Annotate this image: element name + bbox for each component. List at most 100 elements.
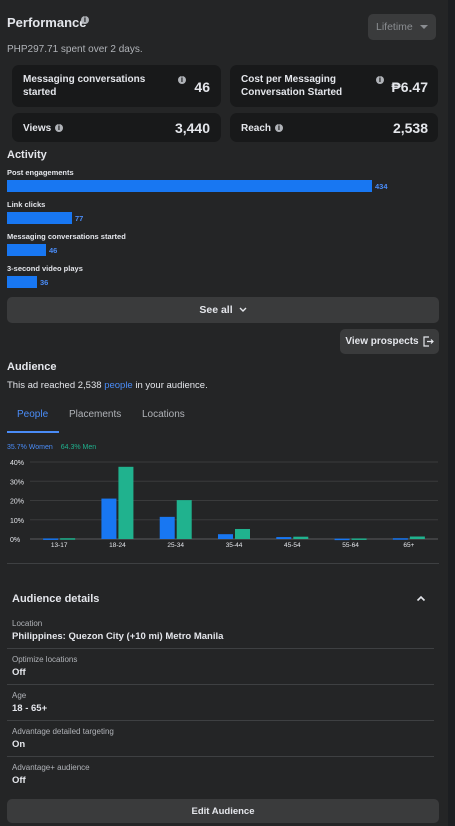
chevron-down-icon [239,307,247,312]
active-tab-indicator [7,431,59,433]
bar-men [235,528,250,539]
external-link-icon [422,336,434,347]
spend-summary: PHP297.71 spent over 2 days. [7,44,143,55]
divider [7,563,439,564]
metric-value: 2,538 [392,120,428,136]
divider [7,720,434,721]
activity-label: Link clicks [7,200,46,209]
bar-men [409,536,425,539]
edit-audience-button[interactable]: Edit Audience [7,799,439,823]
view-prospects-button[interactable]: View prospects [340,329,439,354]
tab-people[interactable]: People [17,409,48,420]
detail-value: Off [12,775,26,786]
x-tick-label: 13-17 [51,542,68,549]
performance-title: Performance [7,15,87,30]
bar-women [392,538,408,540]
x-tick-label: 45-54 [284,542,301,549]
metric-label: Messaging conversations started [23,74,146,98]
bar-men [351,538,367,540]
activity-value: 77 [75,214,84,223]
metric-card-cost-per-conversation: Cost per Messaging Conversation Started … [230,65,438,107]
people-link[interactable]: people [104,380,133,391]
detail-value: 18 - 65+ [12,703,48,714]
audience-reach-summary: This ad reached 2,538 people in your aud… [7,380,208,391]
divider [7,756,434,757]
divider [7,648,434,649]
legend-women: 35.7% Women [7,444,53,451]
reach-suffix: in your audience. [132,380,208,391]
x-tick-label: 35-44 [226,542,243,549]
divider [7,684,434,685]
reach-prefix: This ad reached 2,538 [7,380,105,391]
detail-label: Location [12,619,43,628]
bar-men [176,500,192,539]
metric-value: ₱6.47 [391,79,428,95]
metric-card-messaging: Messaging conversations started i 46 [12,65,221,107]
tab-locations[interactable]: Locations [142,409,185,420]
date-range-value: Lifetime [376,21,413,33]
bar-women [101,498,117,539]
metric-label: Cost per Messaging Conversation Started [241,74,343,98]
metric-value: 3,440 [174,120,210,136]
bar-women [334,538,350,541]
y-tick-label: 10% [10,518,24,525]
scrollbar[interactable] [448,0,455,826]
detail-label: Age [12,691,27,700]
detail-label: Advantage detailed targeting [12,727,114,736]
metric-value: 46 [194,79,210,95]
activity-label: 3-second video plays [7,264,83,273]
audience-details-title: Audience details [12,593,100,605]
see-all-label: See all [199,304,233,316]
activity-bar [7,180,372,192]
see-all-button[interactable]: See all [7,297,439,323]
x-tick-label: 65+ [403,542,414,549]
date-range-select[interactable]: Lifetime [368,14,436,40]
age-gender-chart: 40% 30% 20% 10% 0% 13-17 18-24 25-34 35-44 45-54 5… [10,460,438,549]
edit-audience-label: Edit Audience [191,805,255,817]
chevron-down-icon [420,25,428,29]
info-icon[interactable]: i [81,16,89,24]
bar-women [159,516,175,539]
detail-label: Optimize locations [12,655,78,664]
activity-title: Activity [7,149,47,161]
info-icon[interactable]: i [178,76,186,84]
chart-legend: 35.7% Women 64.3% Men [7,444,96,451]
activity-label: Messaging conversations started [7,232,126,241]
detail-value: Philippines: Quezon City (+10 mi) Metro … [12,631,224,642]
info-icon[interactable]: i [376,76,384,84]
x-tick-label: 55-64 [342,542,359,549]
bar-women [276,537,292,539]
detail-label: Advantage+ audience [12,763,90,772]
activity-bar [7,212,72,224]
chevron-up-icon[interactable] [416,595,426,602]
audience-title: Audience [7,361,57,373]
detail-value: On [12,739,26,750]
metric-label: Views [23,123,52,134]
bar-men [293,536,309,539]
x-tick-label: 25-34 [167,542,184,549]
tab-placements[interactable]: Placements [69,409,121,420]
activity-value: 46 [49,246,58,255]
y-tick-label: 0% [10,537,20,544]
legend-men: 64.3% Men [60,444,97,451]
bar-men [118,466,134,539]
view-prospects-label: View prospects [345,336,419,347]
bar-women [43,538,59,540]
info-icon[interactable]: i [55,124,63,132]
bar-men [60,538,76,540]
info-icon[interactable]: i [275,124,283,132]
activity-label: Post engagements [7,168,74,177]
activity-bar [7,276,37,288]
activity-bar [7,244,46,256]
bar-women [218,534,233,539]
activity-value: 36 [40,278,49,287]
metric-card-reach: Reach i 2,538 [230,113,438,142]
x-tick-label: 18-24 [109,542,126,549]
metric-card-views: Views i 3,440 [12,113,221,142]
y-tick-label: 30% [10,479,24,486]
y-tick-label: 20% [10,499,24,506]
metric-label: Reach [241,123,272,134]
y-tick-label: 40% [10,460,24,467]
detail-value: Off [12,667,26,678]
ad-insights-panel: Performance i Lifetime PHP297.71 spent o… [0,0,448,826]
